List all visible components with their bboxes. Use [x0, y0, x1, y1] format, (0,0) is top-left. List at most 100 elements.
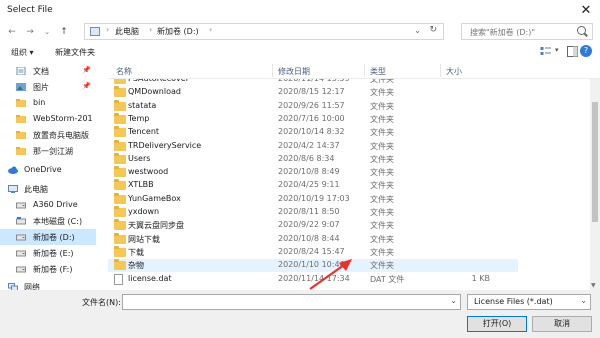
- document-icon: [16, 67, 26, 75]
- column-header-name[interactable]: 名称: [116, 66, 132, 77]
- filetype-dropdown-icon[interactable]: ⌄: [580, 296, 587, 305]
- sidebar-item-network[interactable]: 网络: [0, 279, 96, 290]
- address-bar[interactable]: › 此电脑 › 新加卷 (D:) › ⌄ ↻: [84, 23, 444, 40]
- folder-row[interactable]: westwood 2020/10/8 8:49 文件夹: [108, 166, 518, 179]
- preview-pane-icon[interactable]: [567, 46, 578, 57]
- file-date: 2020/4/25 9:11: [278, 180, 340, 190]
- breadcrumb-this-pc[interactable]: 此电脑: [115, 26, 139, 37]
- file-date: 2020/9/22 9:07: [278, 220, 340, 230]
- folder-row[interactable]: statata 2020/9/26 11:57 文件夹: [108, 99, 518, 113]
- sidebar-item-pictures[interactable]: 图片 📌: [0, 79, 96, 95]
- file-name: 天翼云盘同步盘: [128, 221, 184, 231]
- column-header-type[interactable]: 类型: [370, 66, 386, 77]
- folder-row[interactable]: 天翼云盘同步盘 2020/9/22 9:07 文件夹: [108, 219, 518, 232]
- sidebar-item-drive-d[interactable]: 新加卷 (D:): [0, 229, 96, 245]
- folder-icon: [114, 192, 126, 204]
- vertical-scrollbar[interactable]: ▲ ▼: [590, 62, 600, 290]
- file-date: 2020/8/15 12:17: [278, 87, 345, 97]
- folder-row[interactable]: TRDeliveryService 2020/4/2 14:37 文件夹: [108, 139, 518, 153]
- back-arrow-icon[interactable]: ←: [5, 25, 19, 39]
- close-button[interactable]: ✕: [572, 0, 600, 22]
- recent-locations-chevron-icon[interactable]: ⌄: [40, 25, 54, 39]
- sidebar-item-webstorm[interactable]: WebStorm-201: [0, 111, 96, 127]
- navigation-pane[interactable]: 文档 📌 图片 📌 bin WebStorm-201 放置奇兵电脑版 那一剑江湖…: [0, 62, 96, 290]
- file-date: 2020/10/14 8:32: [278, 127, 345, 137]
- open-button[interactable]: 打开(O): [467, 316, 527, 332]
- file-type: 文件夹: [370, 168, 394, 178]
- help-icon[interactable]: ?: [580, 45, 592, 57]
- folder-icon: [114, 259, 126, 271]
- search-input[interactable]: 搜索"新加卷 (D:)": [461, 23, 593, 40]
- file-icon: [114, 273, 123, 285]
- file-type: 文件夹: [370, 221, 394, 231]
- folder-row[interactable]: Users 2020/8/6 8:34 文件夹: [108, 152, 518, 166]
- folder-row[interactable]: 下载 2020/8/24 15:47 文件夹: [108, 245, 518, 259]
- breadcrumb-separator-icon[interactable]: ›: [106, 25, 109, 34]
- up-arrow-icon[interactable]: ↑: [57, 25, 71, 39]
- folder-icon: [16, 131, 26, 139]
- sidebar-item-drive-f[interactable]: 新加卷 (F:): [0, 261, 96, 277]
- folder-row[interactable]: Temp 2020/7/16 10:00 文件夹: [108, 112, 518, 126]
- sidebar-item-documents[interactable]: 文档 📌: [0, 63, 96, 79]
- cancel-button[interactable]: 取消: [532, 316, 592, 332]
- folder-row[interactable]: QMDownload 2020/8/15 12:17 文件夹: [108, 86, 518, 99]
- folder-row[interactable]: yxdown 2020/8/11 8:50 文件夹: [108, 206, 518, 219]
- sidebar-item-this-pc[interactable]: 此电脑: [0, 181, 96, 197]
- folder-row[interactable]: YunGameBox 2020/10/19 17:03 文件夹: [108, 192, 518, 206]
- file-name: yxdown: [128, 207, 160, 216]
- column-header-size[interactable]: 大小: [446, 66, 462, 77]
- file-row[interactable]: license.dat 2020/11/14 17:34 DAT 文件 1 KB: [108, 273, 518, 286]
- file-type: 文件夹: [370, 261, 394, 271]
- sidebar-item-label: 本地磁盘 (C:): [33, 217, 83, 226]
- scroll-thumb[interactable]: [592, 102, 598, 222]
- file-list[interactable]: 名称 修改日期 类型 大小 PSAutoRecover2020/11/14 13…: [108, 62, 600, 290]
- scroll-down-icon[interactable]: ▼: [591, 282, 596, 289]
- folder-icon: [114, 232, 126, 244]
- sidebar-item-drive-e[interactable]: 新加卷 (E:): [0, 245, 96, 261]
- folder-icon: [16, 99, 26, 107]
- column-divider[interactable]: [272, 64, 273, 77]
- breadcrumb-drive-d[interactable]: 新加卷 (D:): [157, 26, 199, 37]
- sidebar-item-nayijianjianghu[interactable]: 那一剑江湖: [0, 143, 96, 159]
- sidebar-item-fangzhiqibing[interactable]: 放置奇兵电脑版: [0, 127, 96, 143]
- sidebar-item-drive-c[interactable]: 本地磁盘 (C:): [0, 213, 96, 229]
- filename-label: 文件名(N):: [82, 298, 121, 307]
- sidebar-item-onedrive[interactable]: OneDrive: [0, 162, 96, 178]
- filename-input[interactable]: ⌄: [122, 294, 461, 310]
- file-date: 2020/8/11 8:50: [278, 207, 340, 216]
- breadcrumb-separator-icon[interactable]: ›: [209, 25, 212, 34]
- file-name: Users: [128, 153, 151, 163]
- folder-row[interactable]: XTLBB 2020/4/25 9:11 文件夹: [108, 179, 518, 192]
- new-folder-button[interactable]: 新建文件夹: [55, 47, 95, 58]
- sidebar-item-a360-drive[interactable]: A360 Drive: [0, 197, 96, 213]
- folder-row[interactable]: 杂物 2020/1/10 10:46 文件夹: [108, 259, 518, 273]
- column-divider[interactable]: [440, 64, 441, 77]
- sidebar-item-label: 文档: [33, 67, 49, 76]
- refresh-icon[interactable]: ↻: [429, 25, 437, 35]
- sidebar-item-bin[interactable]: bin: [0, 95, 96, 111]
- forward-arrow-icon[interactable]: →: [23, 25, 37, 39]
- search-placeholder: 搜索"新加卷 (D:)": [470, 28, 535, 37]
- folder-row[interactable]: Tencent 2020/10/14 8:32 文件夹: [108, 126, 518, 139]
- file-type: DAT 文件: [370, 274, 405, 284]
- file-name: YunGameBox: [128, 193, 181, 203]
- drive-icon: [16, 217, 26, 225]
- drive-icon: [16, 234, 26, 241]
- file-name: license.dat: [128, 273, 172, 283]
- organize-menu-button[interactable]: 组织 ▾: [11, 47, 34, 58]
- column-divider[interactable]: [364, 64, 365, 77]
- search-icon[interactable]: [577, 26, 586, 35]
- cloud-icon: [8, 166, 18, 174]
- view-options-icon[interactable]: [540, 46, 551, 57]
- view-dropdown-icon[interactable]: ▾: [555, 46, 566, 57]
- breadcrumb-separator-icon[interactable]: ›: [149, 25, 152, 34]
- filetype-select[interactable]: License Files (*.dat) ⌄: [467, 294, 591, 310]
- sidebar-item-label: 图片: [33, 83, 49, 92]
- file-type: 文件夹: [370, 141, 394, 151]
- folder-icon: [16, 115, 26, 123]
- column-header-date[interactable]: 修改日期: [278, 66, 310, 77]
- address-dropdown-icon[interactable]: ⌄: [414, 26, 421, 35]
- filename-dropdown-icon[interactable]: ⌄: [450, 296, 457, 305]
- folder-row[interactable]: 网站下载 2020/10/8 8:44 文件夹: [108, 232, 518, 246]
- file-date: 2020/10/8 8:44: [278, 233, 340, 243]
